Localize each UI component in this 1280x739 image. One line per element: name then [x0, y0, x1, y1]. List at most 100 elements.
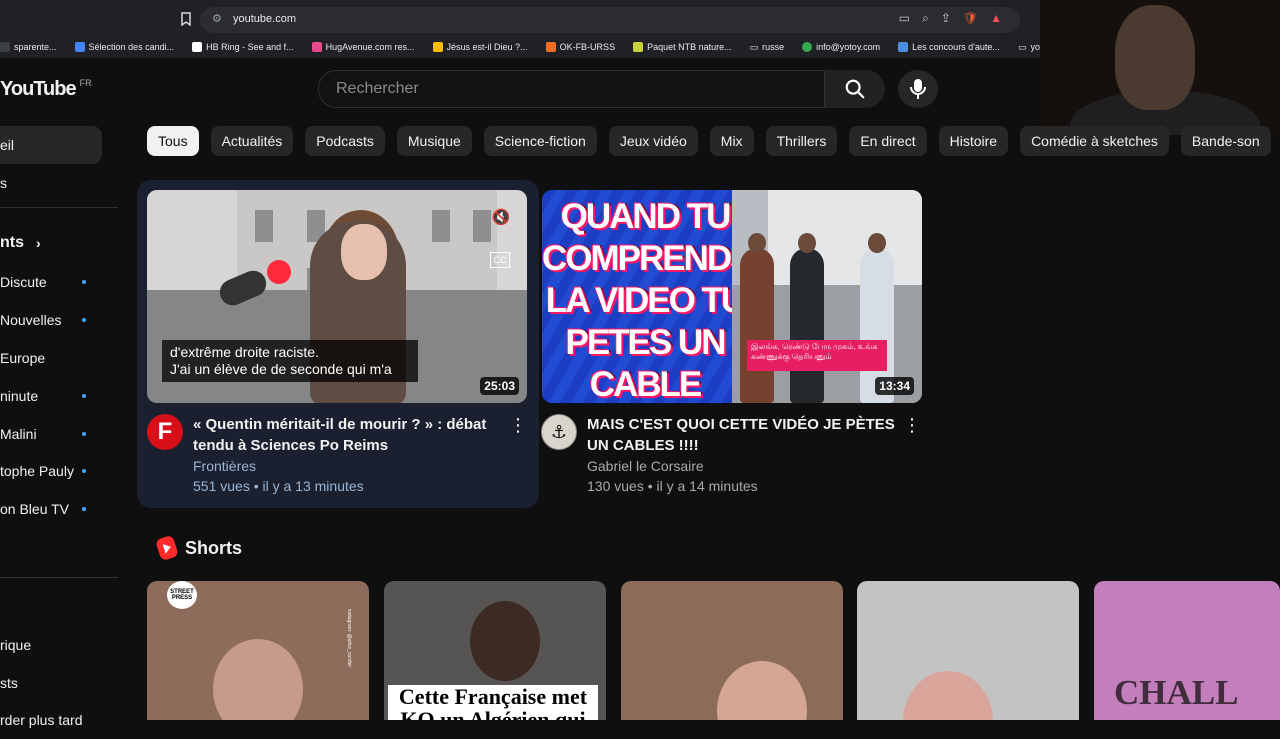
short-thumbnail[interactable]: CHALL	[1094, 581, 1280, 720]
channel-avatar[interactable]: F	[147, 414, 183, 450]
video-stats: 130 vues • il y a 14 minutes	[587, 478, 758, 494]
short-overlay-text: CHALL	[1114, 673, 1239, 712]
webcam-overlay	[1040, 0, 1280, 135]
sidebar-item-history[interactable]: rique	[0, 626, 102, 664]
video-duration: 13:34	[875, 377, 914, 395]
zoom-icon[interactable]: ⌕	[922, 11, 929, 26]
chip-mix[interactable]: Mix	[709, 126, 754, 156]
short-thumbnail[interactable]	[857, 581, 1079, 720]
chip-actualites[interactable]: Actualités	[210, 126, 294, 156]
chip-musique[interactable]: Musique	[396, 126, 472, 156]
person-head	[798, 233, 816, 253]
browser-toolbar: ⚙ youtube.com ▭ ⌕ ⇪ 🛡 ▲	[0, 0, 1040, 36]
captions-icon[interactable]: CC	[490, 252, 510, 268]
video-thumbnail[interactable]: 🔇 CC d'extrême droite raciste. J'ai un é…	[147, 190, 527, 403]
url-text[interactable]: youtube.com	[233, 13, 296, 25]
chip-podcasts[interactable]: Podcasts	[305, 126, 385, 156]
sidebar-item-subscription[interactable]: Malini	[0, 415, 102, 453]
thumbnail-person	[740, 233, 774, 403]
new-content-dot	[82, 469, 86, 473]
short-person-face	[717, 661, 807, 720]
chip-jeux-video[interactable]: Jeux vidéo	[608, 126, 698, 156]
bookmark-item[interactable]: Les concours d'aute...	[898, 42, 1000, 52]
rewards-icon[interactable]: ▲	[990, 11, 1002, 26]
site-settings-icon[interactable]: ⚙	[212, 12, 224, 25]
bookmark-item[interactable]: HugAvenue.com res...	[311, 42, 415, 52]
person-head	[748, 233, 766, 253]
cast-icon[interactable]: ▭	[899, 11, 910, 26]
sidebar-item-shorts[interactable]: s	[0, 164, 102, 202]
sidebar-item-home[interactable]: eil	[0, 126, 102, 164]
short-overlay-text: Cette Française met KO un Algérien qui	[388, 685, 598, 720]
channel-avatar[interactable]: ⚓	[541, 414, 577, 450]
short-thumbnail[interactable]	[621, 581, 843, 720]
chip-thrillers[interactable]: Thrillers	[765, 126, 838, 156]
bookmark-favicon-icon	[545, 42, 556, 52]
video-caption: d'extrême droite raciste. J'ai un élève …	[162, 340, 418, 382]
chip-tous[interactable]: Tous	[147, 126, 199, 156]
building-window	[432, 210, 450, 242]
bookmark-item[interactable]: HB Ring - See and f...	[192, 42, 294, 52]
sidebar-item-watch-later[interactable]: rder plus tard	[0, 701, 102, 739]
sidebar-item-subscription[interactable]: Discute	[0, 263, 102, 301]
new-content-dot	[82, 507, 86, 511]
voice-search-button[interactable]	[898, 70, 938, 108]
chip-en-direct[interactable]: En direct	[849, 126, 927, 156]
sidebar-item-subscription[interactable]: tophe Pauly	[0, 452, 102, 490]
video-metadata: MAIS C'EST QUOI CETTE VIDÉO JE PÈTES UN …	[587, 414, 917, 496]
mute-icon[interactable]: 🔇	[490, 206, 512, 228]
bookmark-favicon-icon	[898, 42, 909, 52]
chip-science-fiction[interactable]: Science-fiction	[483, 126, 597, 156]
bookmark-item[interactable]: Paquet NTB nature...	[633, 42, 732, 52]
sidebar-divider	[0, 207, 118, 208]
building-window	[255, 210, 273, 242]
brave-shields-icon[interactable]: 🛡	[963, 11, 978, 26]
address-bar-actions: ▭ ⌕ ⇪ 🛡 ▲	[899, 11, 1002, 26]
microphone-foam	[267, 260, 291, 284]
video-title[interactable]: « Quentin méritait-il de mourir ? » : dé…	[193, 414, 523, 456]
youtube-logo[interactable]: YouTube FR	[0, 78, 92, 101]
sidebar-item-subscription[interactable]: ninute	[0, 377, 102, 415]
bookmark-item[interactable]: sparente...	[0, 42, 57, 52]
sidebar-section-subscriptions[interactable]: nts ›	[0, 224, 102, 262]
share-icon[interactable]: ⇪	[941, 11, 951, 26]
bookmark-favicon-icon	[432, 42, 443, 52]
video-title[interactable]: MAIS C'EST QUOI CETTE VIDÉO JE PÈTES UN …	[587, 414, 917, 456]
address-bar[interactable]: ⚙ youtube.com ▭ ⌕ ⇪ 🛡 ▲	[200, 7, 1020, 33]
bookmark-folder[interactable]: ▭ russe	[750, 42, 785, 53]
sidebar-item-subscription[interactable]: Europe	[0, 339, 102, 377]
sidebar: eil s nts › Discute Nouvelles Europe ninu…	[0, 124, 120, 728]
chip-histoire[interactable]: Histoire	[938, 126, 1009, 156]
sidebar-item-subscription[interactable]: on Bleu TV	[0, 490, 102, 528]
bookmark-item[interactable]: Jésus est-il Dieu ?...	[432, 42, 528, 52]
search-box[interactable]	[318, 70, 825, 108]
sidebar-divider	[0, 577, 118, 578]
bookmark-item[interactable]: Sélection des candi...	[74, 42, 174, 52]
short-thumbnail[interactable]: STREET PRESS instagram: @alice_cordier	[147, 581, 369, 720]
chevron-right-icon: ›	[36, 235, 41, 251]
bookmark-item[interactable]: OK-FB-URSS	[545, 42, 615, 52]
sidebar-item-subscription[interactable]: Nouvelles	[0, 301, 102, 339]
bookmark-favicon-icon	[192, 42, 203, 52]
bookmark-star-icon[interactable]	[180, 12, 192, 27]
search-button[interactable]	[824, 70, 885, 108]
short-person-face	[213, 639, 303, 720]
more-options-icon[interactable]: ⋮	[902, 416, 922, 442]
short-thumbnail[interactable]: Cette Française met KO un Algérien qui	[384, 581, 606, 720]
channel-name[interactable]: Frontières	[193, 456, 523, 476]
building-window	[473, 210, 491, 242]
video-metadata: « Quentin méritait-il de mourir ? » : dé…	[193, 414, 523, 496]
new-content-dot	[82, 280, 86, 284]
chip-comedie-sketches[interactable]: Comédie à sketches	[1020, 126, 1169, 156]
bookmark-item[interactable]: info@yotoy.com	[802, 42, 880, 52]
thumbnail-person-face	[341, 224, 387, 280]
channel-name[interactable]: Gabriel le Corsaire	[587, 456, 917, 476]
short-person-face	[470, 601, 540, 681]
bookmark-folder[interactable]: ▭yotoy	[1018, 42, 1040, 53]
more-options-icon[interactable]: ⋮	[508, 416, 528, 442]
thumbnail-photo	[732, 190, 922, 403]
video-thumbnail[interactable]: QUAND TU COMPRENDS LA VIDEO TU PETES UN …	[542, 190, 922, 403]
chip-bande-son[interactable]: Bande-son	[1180, 126, 1271, 156]
sidebar-item-playlists[interactable]: sts	[0, 664, 102, 702]
search-input[interactable]	[334, 79, 818, 99]
